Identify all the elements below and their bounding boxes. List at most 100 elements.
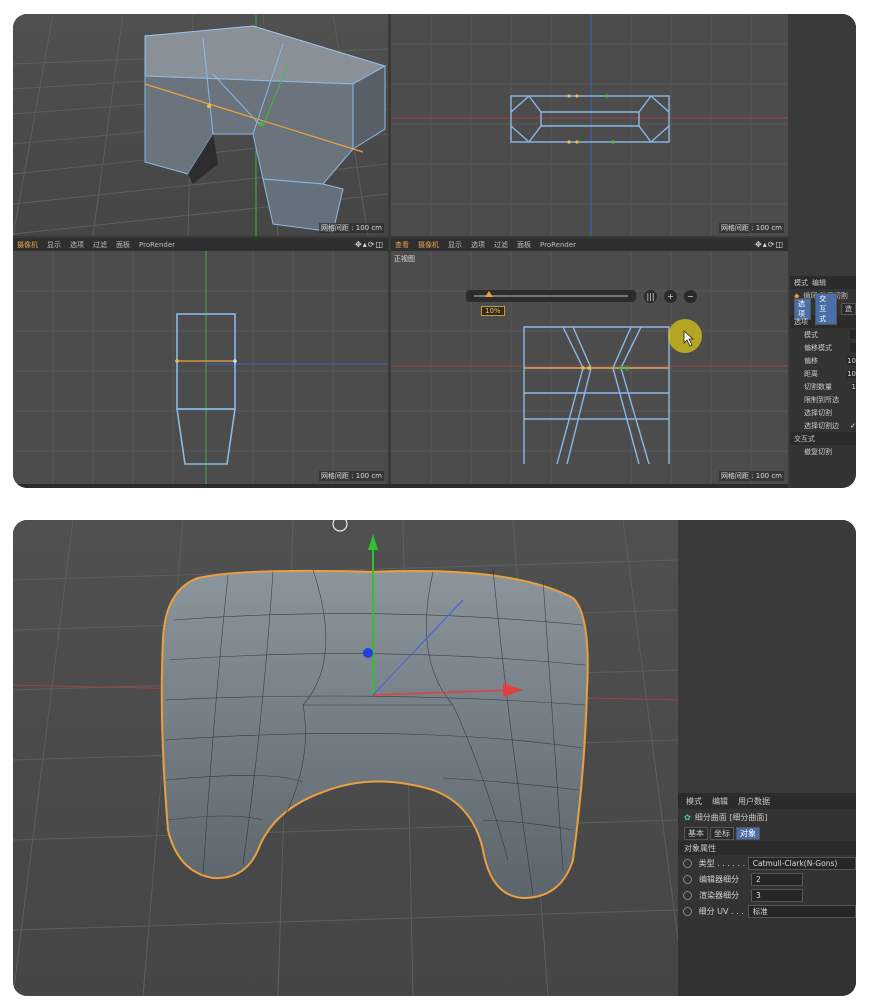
prop-label-render-subdiv: 渲染器细分 — [699, 890, 739, 900]
bottom-screenshot-panel: 模式 编辑 用户数据 ✿ 细分曲面 [细分曲面] 基本 坐标 对象 对象属性 类… — [13, 520, 856, 996]
field-row-offset[interactable]: 偏移 10 — [790, 354, 856, 367]
mouse-cursor-icon — [683, 330, 695, 347]
attr-menu-mode[interactable]: 模式 — [794, 278, 808, 288]
prop-label-subdiv-uv: 细分 UV . . . — [698, 906, 744, 916]
tab-coord[interactable]: 坐标 — [710, 826, 734, 840]
animation-radio-icon[interactable] — [683, 874, 692, 884]
menu-panel[interactable]: 面板 — [116, 240, 130, 250]
slider-options-button[interactable]: ||| — [644, 290, 657, 303]
attr-menu-edit[interactable]: 编辑 — [712, 796, 728, 807]
menu-filter[interactable]: 过滤 — [494, 240, 508, 250]
viewport-toolbar: 摄像机 显示 选项 过滤 面板 ProRender — [13, 238, 388, 251]
field-label-distance: 距离 — [804, 369, 818, 378]
slider-percent-label: 10% — [481, 306, 505, 316]
menu-prorender[interactable]: ProRender — [540, 241, 576, 249]
object-title-row: ✿ 细分曲面 [细分曲面] — [678, 809, 856, 825]
field-label-mode: 模式 — [804, 330, 818, 339]
slider-remove-button[interactable]: − — [684, 290, 697, 303]
viewport-nav-icons[interactable]: ✥▴⟳◫ — [755, 240, 784, 249]
object-manager-area — [790, 14, 856, 276]
field-row-distance[interactable]: 距离 10 — [790, 367, 856, 380]
section-options-label: 选项 — [794, 317, 808, 326]
attribute-manager-panel: 模式 编辑 用户数据 ✿ 细分曲面 [细分曲面] 基本 坐标 对象 对象属性 类… — [678, 520, 856, 996]
slider-handle[interactable] — [485, 291, 494, 297]
animation-radio-icon[interactable] — [683, 858, 692, 868]
grid-spacing-label: 网格间距 : 100 cm — [718, 223, 784, 233]
attr-menu-edit[interactable]: 编辑 — [812, 278, 826, 288]
subdiv-uv-dropdown[interactable]: 标准 — [747, 904, 856, 918]
render-subdiv-input[interactable]: 3 — [751, 888, 803, 902]
tab-basic[interactable]: 基本 — [684, 826, 708, 840]
grid-spacing-label: 网格间距 : 100 cm — [718, 471, 784, 481]
menu-view[interactable]: 查看 — [395, 240, 409, 250]
menu-options[interactable]: 选项 — [70, 240, 84, 250]
editor-subdiv-input[interactable]: 2 — [751, 872, 803, 886]
field-value-distance[interactable]: 10 — [847, 369, 856, 378]
check-label-select-cut-edge: 选择切割边 — [804, 421, 839, 430]
field-value-cut-count[interactable]: 1 — [851, 382, 856, 391]
subdivided-mesh-view — [13, 520, 678, 996]
top-viewport[interactable]: 网格间距 : 100 cm — [391, 14, 788, 236]
menu-options[interactable]: 选项 — [471, 240, 485, 250]
object-title: 细分曲面 [细分曲面] — [694, 812, 768, 822]
top-view-grid-and-mesh — [391, 14, 788, 236]
perspective-viewport-subdivided[interactable] — [13, 520, 678, 996]
type-dropdown[interactable]: Catmull-Clark(N-Gons) — [747, 856, 856, 870]
check-row-restrict[interactable]: 限制到所选 — [790, 393, 856, 406]
attr-menu-user-data[interactable]: 用户数据 — [738, 796, 770, 807]
prop-label-type: 类型 . . . . . . — [698, 858, 746, 868]
menu-display[interactable]: 显示 — [47, 240, 61, 250]
menu-prorender[interactable]: ProRender — [139, 241, 175, 249]
grid-spacing-label: 网格间距 : 100 cm — [318, 223, 384, 233]
prop-label-editor-subdiv: 编辑器细分 — [699, 874, 739, 884]
viewport-toolbar: 查看 摄像机 显示 选项 过滤 面板 ProRender — [391, 238, 788, 251]
prop-row-editor-subdiv[interactable]: 编辑器细分 2 — [678, 871, 856, 887]
prop-row-render-subdiv[interactable]: 渲染器细分 3 — [678, 887, 856, 903]
menu-panel[interactable]: 面板 — [517, 240, 531, 250]
perspective-grid-and-mesh — [13, 14, 388, 236]
attr-menu-bar: 模式 编辑 — [790, 276, 856, 289]
menu-camera[interactable]: 摄像机 — [418, 240, 439, 250]
viewport-nav-icons[interactable]: ✥▴⟳◫ — [355, 240, 384, 249]
menu-filter[interactable]: 过滤 — [93, 240, 107, 250]
field-value-mode[interactable] — [850, 330, 856, 339]
subdivision-surface-icon: ✿ — [684, 812, 691, 822]
field-label-cut-count: 切割数量 — [804, 382, 832, 391]
object-manager-area — [678, 520, 856, 793]
menu-display[interactable]: 显示 — [448, 240, 462, 250]
timeline-ruler — [13, 484, 788, 488]
field-value-offset-mode[interactable] — [850, 343, 856, 352]
right-view-grid-and-mesh — [13, 251, 388, 484]
attribute-manager-panel: 模式 编辑 ◆ 循环/路径切割 选项 交互式 造 选项 模式 偏移模式 偏移 1… — [790, 14, 856, 488]
prop-row-type[interactable]: 类型 . . . . . . Catmull-Clark(N-Gons) — [678, 855, 856, 871]
tab-more[interactable]: 造 — [841, 302, 856, 315]
attr-menu-mode[interactable]: 模式 — [686, 796, 702, 807]
check-label-restrict: 限制到所选 — [804, 395, 839, 404]
top-screenshot-panel: 网格间距 : 100 cm 网格间距: 100 cm 摄像机 显示 选项 过滤… — [13, 14, 856, 488]
field-label-repeat-cut: 撤复切割 — [804, 447, 832, 456]
field-row-mode[interactable]: 模式 — [790, 328, 856, 341]
section-header-object-properties: 对象属性 — [678, 841, 856, 855]
menu-camera[interactable]: 摄像机 — [17, 240, 38, 250]
field-row-offset-mode[interactable]: 偏移模式 — [790, 341, 856, 354]
prop-row-subdiv-uv[interactable]: 细分 UV . . . 标准 — [678, 903, 856, 919]
tab-object[interactable]: 对象 — [736, 826, 760, 840]
loop-cut-slider[interactable] — [466, 290, 636, 302]
check-row-select-cut-edge[interactable]: 选择切割边 ✓ — [790, 419, 856, 432]
field-row-cut-count[interactable]: 切割数量 1 — [790, 380, 856, 393]
front-viewport[interactable]: 查看 摄像机 显示 选项 过滤 面板 ProRender ✥▴⟳◫ 正视图 网格… — [391, 238, 788, 484]
animation-radio-icon[interactable] — [683, 906, 692, 916]
animation-radio-icon[interactable] — [683, 890, 692, 900]
check-row-select-cut[interactable]: 选择切割 — [790, 406, 856, 419]
slider-add-button[interactable]: + — [664, 290, 677, 303]
field-label-offset-mode: 偏移模式 — [804, 343, 832, 352]
field-value-offset[interactable]: 10 — [847, 356, 856, 365]
tab-interactive[interactable]: 交互式 — [815, 292, 837, 325]
field-row-repeat-cut[interactable]: 撤复切割 — [790, 445, 856, 458]
section-interactive-label: 交互式 — [794, 434, 815, 443]
check-label-select-cut: 选择切割 — [804, 408, 832, 417]
right-viewport[interactable]: 摄像机 显示 选项 过滤 面板 ProRender ✥▴⟳◫ 网格间距: 10… — [13, 238, 388, 484]
slider-track — [474, 295, 628, 297]
perspective-viewport[interactable]: 网格间距 : 100 cm — [13, 14, 388, 236]
section-title: 对象属性 — [684, 843, 716, 853]
